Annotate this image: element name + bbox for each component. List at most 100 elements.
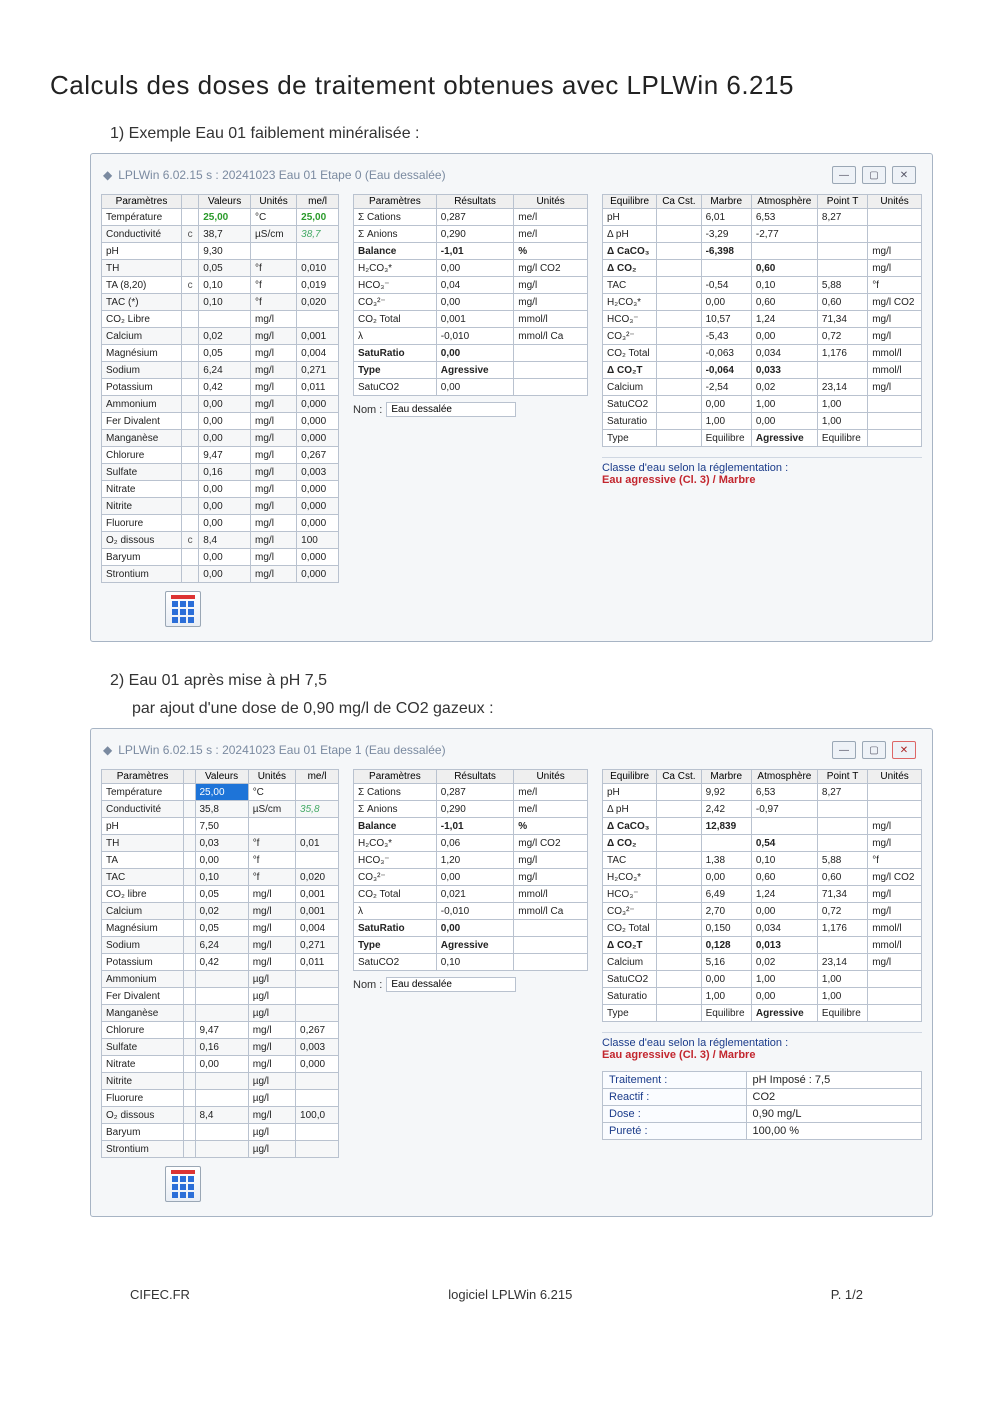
app-icon: ◆ <box>103 743 112 757</box>
cell: µg/l <box>248 1090 295 1107</box>
cell <box>195 1124 248 1141</box>
cell: TAC <box>102 869 184 886</box>
cell: °f <box>251 260 297 277</box>
cell <box>182 379 199 396</box>
footer-right: P. 1/2 <box>831 1287 863 1302</box>
cell <box>182 430 199 447</box>
cell <box>817 260 867 277</box>
table-row: Température25,00°C <box>102 784 339 801</box>
cell: Type <box>603 430 657 447</box>
table-row: Δ CO₂T0,1280,013mmol/l <box>603 937 922 954</box>
cell <box>182 362 199 379</box>
app-icon: ◆ <box>103 168 112 182</box>
cell: Δ CO₂T <box>603 362 657 379</box>
minimize-icon[interactable]: ― <box>832 741 856 759</box>
cell: 0,01 <box>296 835 339 852</box>
table-row: O₂ dissous8,4mg/l100,0 <box>102 1107 339 1124</box>
cell: 0,16 <box>199 464 251 481</box>
cell: 0,60 <box>751 869 817 886</box>
cell: Calcium <box>603 379 657 396</box>
cell: -0,97 <box>751 801 817 818</box>
cell <box>657 396 701 413</box>
cell: 0,000 <box>297 498 339 515</box>
cell: HCO₃⁻ <box>603 311 657 328</box>
col-equilibre: Equilibre <box>603 770 657 784</box>
cell: -0,063 <box>701 345 751 362</box>
close-icon[interactable]: ✕ <box>892 741 916 759</box>
col-param: Paramètres <box>354 770 437 784</box>
cell: mg/l <box>248 1039 295 1056</box>
cell: 25,00 <box>199 209 251 226</box>
cell: HCO₃⁻ <box>354 277 437 294</box>
cell: -1,01 <box>436 243 514 260</box>
table-row: Reactif :CO2 <box>603 1089 922 1106</box>
equilibrium-table: Equilibre Ca Cst. Marbre Atmosphère Poin… <box>602 769 922 1022</box>
cell: Δ CO₂ <box>603 835 657 852</box>
cell: me/l <box>514 784 588 801</box>
cell: 6,24 <box>195 937 248 954</box>
cell <box>182 549 199 566</box>
window-etape0: ◆ LPLWin 6.02.15 s : 20241023 Eau 01 Eta… <box>90 153 933 642</box>
cell <box>868 1005 922 1022</box>
cell: Reactif : <box>603 1089 747 1106</box>
cell: Chlorure <box>102 1022 184 1039</box>
cell: H₂CO₃* <box>354 835 437 852</box>
cell: 0,019 <box>297 277 339 294</box>
close-icon[interactable]: ✕ <box>892 166 916 184</box>
cell: µS/cm <box>251 226 297 243</box>
cell: 0,05 <box>199 345 251 362</box>
cell: 0,290 <box>436 226 514 243</box>
cell <box>657 328 701 345</box>
cell: Agressive <box>751 1005 817 1022</box>
cell: 0,00 <box>199 498 251 515</box>
cell: mg/l <box>251 396 297 413</box>
table-row: Σ Anions0,290me/l <box>354 226 588 243</box>
cell: -1,01 <box>436 818 514 835</box>
cell <box>184 1107 195 1124</box>
cell <box>657 260 701 277</box>
table-row: Nitrite0,00mg/l0,000 <box>102 498 339 515</box>
maximize-icon[interactable]: ▢ <box>862 166 886 184</box>
table-row: TH0,05°f0,010 <box>102 260 339 277</box>
cell <box>514 954 588 971</box>
cell: mg/l <box>868 243 922 260</box>
cell: Sodium <box>102 937 184 954</box>
table-row: CO₂ Total-0,0630,0341,176mmol/l <box>603 345 922 362</box>
nom-input[interactable] <box>386 402 516 417</box>
table-row: Calcium0,02mg/l0,001 <box>102 328 339 345</box>
table-row: HCO₃⁻6,491,2471,34mg/l <box>603 886 922 903</box>
cell: 1,176 <box>817 345 867 362</box>
nom-input[interactable] <box>386 977 516 992</box>
table-row: Sulfate0,16mg/l0,003 <box>102 1039 339 1056</box>
cell: 0,42 <box>199 379 251 396</box>
maximize-icon[interactable]: ▢ <box>862 741 886 759</box>
page-footer: CIFEC.FR logiciel LPLWin 6.215 P. 1/2 <box>40 1247 953 1302</box>
cell: 0,54 <box>751 835 817 852</box>
calculator-icon[interactable] <box>165 591 201 627</box>
col-resultats: Résultats <box>436 770 514 784</box>
cell: 0,04 <box>436 277 514 294</box>
table-row: Nitrate0,00mg/l0,000 <box>102 1056 339 1073</box>
minimize-icon[interactable]: ― <box>832 166 856 184</box>
cell: me/l <box>514 801 588 818</box>
cell: SatuRatio <box>354 920 437 937</box>
table-row: Baryumµg/l <box>102 1124 339 1141</box>
results-table: Paramètres Résultats Unités Σ Cations0,2… <box>353 769 588 971</box>
cell <box>657 277 701 294</box>
cell: Conductivité <box>102 801 184 818</box>
table-row: TypeAgressive <box>354 937 588 954</box>
cell <box>868 784 922 801</box>
table-row: Σ Anions0,290me/l <box>354 801 588 818</box>
cell <box>297 311 339 328</box>
calculator-icon[interactable] <box>165 1166 201 1202</box>
table-row: CO₂ Total0,021mmol/l <box>354 886 588 903</box>
cell: 0,287 <box>436 784 514 801</box>
cell: TH <box>102 835 184 852</box>
cell: mg/l <box>251 532 297 549</box>
cell <box>701 260 751 277</box>
cell <box>184 937 195 954</box>
cell: SatuCO2 <box>354 954 437 971</box>
cell: mg/l <box>251 566 297 583</box>
cell: 1,00 <box>751 396 817 413</box>
cell: Type <box>354 937 437 954</box>
